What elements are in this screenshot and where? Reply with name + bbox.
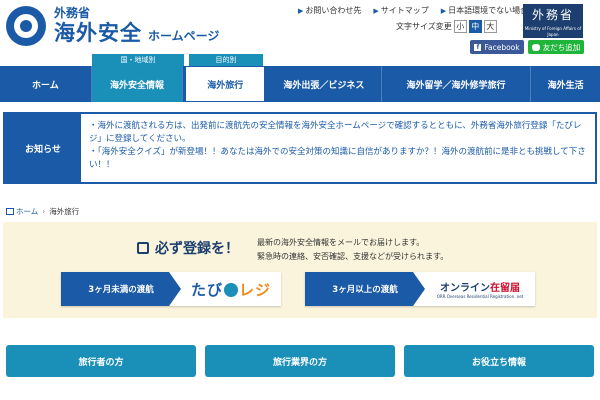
font-size-medium-button[interactable]: 中 [468,20,482,33]
mofa-badge-link[interactable]: 外務省 Ministry of Foreign Affairs of Japan [523,4,583,38]
travel-industry-button[interactable]: 旅行業界の方 [205,345,395,377]
font-size-switcher: 文字サイズ変更 小 中 大 [396,20,497,33]
breadcrumb: ホーム › 海外旅行 [6,206,79,217]
arrow-right-icon: ▶ [373,6,379,15]
nav-item-business[interactable]: 海外出張／ビジネス [267,66,382,102]
sitemap-link[interactable]: ▶ サイトマップ [373,5,428,16]
logo-ministry: 外務省 [54,6,91,20]
nav-tag-purpose: 目的別 [189,54,263,66]
globe-icon [224,283,238,297]
notice-label: お知らせ [5,114,81,182]
font-size-label: 文字サイズ変更 [396,22,452,31]
facebook-button[interactable]: f Facebook [470,40,524,54]
nav-group-labels: 国・地域別 目的別 [0,54,600,66]
breadcrumb-current: 海外旅行 [49,207,80,216]
tabireji-logo: たび レジ [190,280,272,299]
arrow-right-icon: ▶ [298,6,304,15]
notice-item-tabireji[interactable]: ・海外に渡航される方は、出発前に渡航先の安全情報を海外安全ホームページで確認する… [89,120,587,146]
notice-box: お知らせ ・海外に渡航される方は、出発前に渡航先の安全情報を海外安全ホームページ… [3,112,597,184]
register-panel: 必ず登録を！ 最新の海外安全情報をメールでお届けします。 緊急時の連絡、安否確認… [3,222,597,318]
facebook-icon: f [474,43,482,51]
tabireji-register-button[interactable]: 3ヶ月未満の渡航 たび レジ [61,272,281,306]
useful-info-button[interactable]: お役立ち情報 [404,345,594,377]
nav-item-safety-info[interactable]: 海外安全情報 [91,66,184,102]
nav-item-life[interactable]: 海外生活 [531,66,600,102]
font-size-small-button[interactable]: 小 [453,20,467,33]
social-links: f Facebook 友だち追加 [470,40,584,54]
top-links: ▶ お問い合わせ先 ▶ サイトマップ ▶ 日本語環境でない場合 [298,5,540,16]
breadcrumb-separator-icon: › [42,207,46,216]
nav-item-study[interactable]: 海外留学／海外修学旅行 [382,66,532,102]
font-size-large-button[interactable]: 大 [483,20,497,33]
logo-title: 海外安全 [54,21,142,45]
line-icon [531,43,540,51]
global-nav: ホーム 海外安全情報 海外旅行 海外出張／ビジネス 海外留学／海外修学旅行 海外… [0,66,600,102]
site-header: 外務省 海外安全 ホームページ ▶ お問い合わせ先 ▶ サイトマップ ▶ 日本語環境で… [0,0,600,62]
register-heading: 必ず登録を！ [137,238,239,258]
logo-subtitle: ホームページ [148,29,220,43]
nav-tag-region: 国・地域別 [92,54,184,66]
notice-item-quiz[interactable]: ・「海外安全クイズ」が新登場！！あなたは海外での安全対策の知識に自信がありますか… [89,146,587,172]
contact-link[interactable]: ▶ お問い合わせ先 [298,5,361,16]
home-icon [6,208,14,215]
notice-body: ・海外に渡航される方は、出発前に渡航先の安全情報を海外安全ホームページで確認する… [81,114,595,182]
non-japanese-link[interactable]: ▶ 日本語環境でない場合 [441,5,528,16]
audience-buttons: 旅行者の方 旅行業界の方 お役立ち情報 [6,345,594,377]
travelers-button[interactable]: 旅行者の方 [6,345,196,377]
orr-register-button[interactable]: 3ヶ月以上の渡航 オンライン在留届 ORR Overseas Residenti… [305,272,535,306]
logo-emblem-icon [6,6,46,46]
pen-icon [137,242,149,254]
orr-logo: オンライン在留届 ORR Overseas Residential Regist… [436,283,524,299]
site-logo[interactable]: 外務省 海外安全 ホームページ [6,6,219,46]
long-stay-label: 3ヶ月以上の渡航 [305,272,425,306]
line-add-friend-button[interactable]: 友だち追加 [528,40,584,54]
nav-item-travel[interactable]: 海外旅行 [185,66,266,102]
arrow-right-icon: ▶ [440,6,447,15]
short-trip-label: 3ヶ月未満の渡航 [61,272,181,306]
nav-item-home[interactable]: ホーム [0,66,92,102]
register-description: 最新の海外安全情報をメールでお届けします。 緊急時の連絡、安否確認、支援などが受… [257,238,449,261]
breadcrumb-home-link[interactable]: ホーム [16,206,38,217]
